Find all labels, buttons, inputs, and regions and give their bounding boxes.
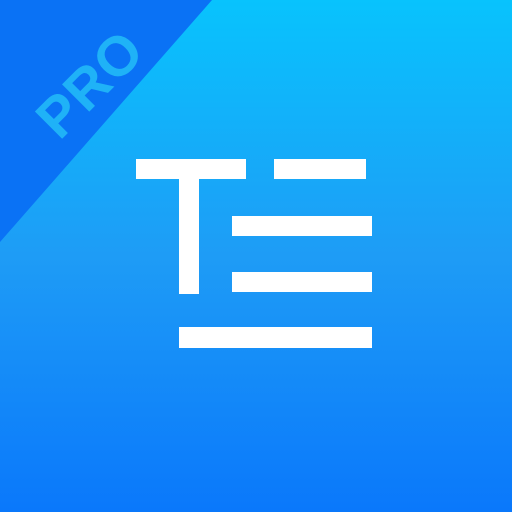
text-line-2 xyxy=(232,216,372,236)
t-stem xyxy=(179,159,199,294)
app-icon: PRO xyxy=(0,0,512,512)
text-line-4 xyxy=(179,327,372,348)
text-line-1 xyxy=(274,159,366,179)
text-lines-icon xyxy=(0,0,512,512)
text-line-3 xyxy=(232,272,372,292)
